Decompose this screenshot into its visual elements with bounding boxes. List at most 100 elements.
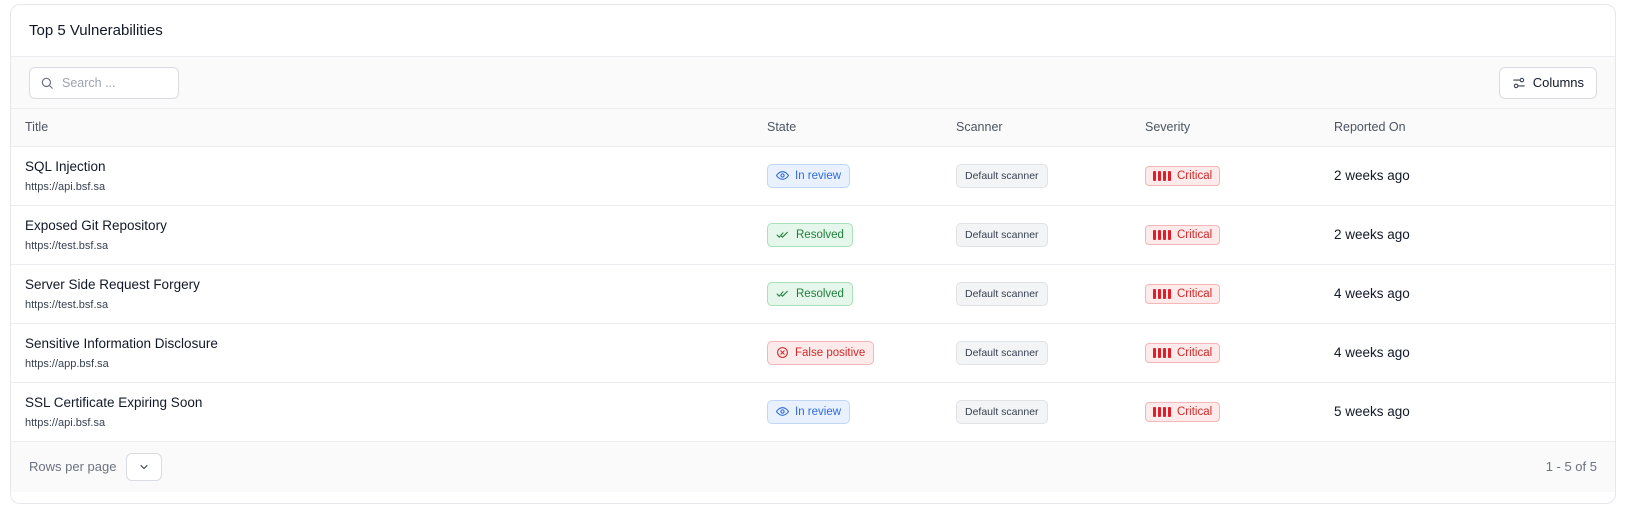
title-cell: Exposed Git Repository https://test.bsf.…: [11, 205, 767, 264]
state-badge: Resolved: [767, 222, 853, 247]
double-check-icon: [776, 231, 788, 238]
reported-cell: 4 weeks ago: [1334, 323, 1615, 382]
reported-cell: 2 weeks ago: [1334, 146, 1615, 205]
reported-on: 2 weeks ago: [1334, 167, 1410, 183]
severity-label: Critical: [1177, 169, 1213, 182]
search-input[interactable]: [62, 75, 168, 90]
state-label: Resolved: [796, 287, 844, 300]
column-header-state[interactable]: State: [767, 109, 956, 146]
table-toolbar: Columns: [11, 57, 1615, 109]
column-header-severity[interactable]: Severity: [1145, 109, 1334, 146]
column-header-scanner[interactable]: Scanner: [956, 109, 1145, 146]
table-row[interactable]: Server Side Request Forgery https://test…: [11, 264, 1615, 323]
card-title: Top 5 Vulnerabilities: [29, 22, 163, 39]
state-cell: Resolved: [767, 264, 956, 323]
severity-cell: Critical: [1145, 146, 1334, 205]
title-cell: SQL Injection https://api.bsf.sa: [11, 146, 767, 205]
scanner-cell: Default scanner: [956, 146, 1145, 205]
state-badge: In review: [767, 399, 851, 424]
table-row[interactable]: Sensitive Information Disclosure https:/…: [11, 323, 1615, 382]
column-header-title[interactable]: Title: [11, 109, 767, 146]
table-row[interactable]: Exposed Git Repository https://test.bsf.…: [11, 205, 1615, 264]
vulnerability-title[interactable]: SQL Injection: [25, 158, 767, 176]
vulnerability-title[interactable]: Sensitive Information Disclosure: [25, 335, 767, 353]
column-header-reported-on[interactable]: Reported On: [1334, 109, 1615, 146]
severity-badge: Critical: [1145, 165, 1221, 186]
vulnerability-url: https://api.bsf.sa: [25, 416, 106, 429]
state-label: Resolved: [796, 228, 844, 241]
severity-bars-icon: [1153, 347, 1171, 358]
state-cell: In review: [767, 146, 956, 205]
state-cell: False positive: [767, 323, 956, 382]
scanner-cell: Default scanner: [956, 264, 1145, 323]
scanner-cell: Default scanner: [956, 205, 1145, 264]
state-cell: In review: [767, 382, 956, 441]
eye-icon: [776, 171, 789, 180]
state-badge: False positive: [767, 340, 875, 365]
scanner-cell: Default scanner: [956, 382, 1145, 441]
severity-label: Critical: [1177, 287, 1213, 300]
vulnerability-url: https://app.bsf.sa: [25, 357, 109, 370]
card-header: Top 5 Vulnerabilities: [11, 5, 1615, 57]
severity-bars-icon: [1153, 170, 1171, 181]
title-cell: SSL Certificate Expiring Soon https://ap…: [11, 382, 767, 441]
severity-badge: Critical: [1145, 401, 1221, 422]
state-label: In review: [795, 405, 842, 418]
reported-on: 2 weeks ago: [1334, 226, 1410, 242]
table-row[interactable]: SQL Injection https://api.bsf.sa In revi…: [11, 146, 1615, 205]
reported-cell: 2 weeks ago: [1334, 205, 1615, 264]
columns-button-label: Columns: [1532, 75, 1584, 90]
title-cell: Server Side Request Forgery https://test…: [11, 264, 767, 323]
scanner-badge: Default scanner: [956, 281, 1048, 306]
severity-badge: Critical: [1145, 224, 1221, 245]
pagination-info: 1 - 5 of 5: [1545, 459, 1597, 474]
table-footer: Rows per page 1 - 5 of 5: [11, 441, 1615, 492]
search-icon: [41, 77, 53, 89]
reported-on: 4 weeks ago: [1334, 344, 1410, 360]
scanner-badge: Default scanner: [956, 340, 1048, 365]
state-cell: Resolved: [767, 205, 956, 264]
state-label: False positive: [795, 346, 866, 359]
severity-cell: Critical: [1145, 382, 1334, 441]
x-circle-icon: [777, 347, 788, 358]
state-badge: Resolved: [767, 281, 853, 306]
severity-label: Critical: [1177, 228, 1213, 241]
scanner-badge: Default scanner: [956, 222, 1048, 247]
sliders-icon: [1512, 77, 1525, 88]
reported-cell: 5 weeks ago: [1334, 382, 1615, 441]
severity-bars-icon: [1153, 406, 1171, 417]
rows-per-page-select[interactable]: [126, 452, 163, 481]
severity-cell: Critical: [1145, 264, 1334, 323]
reported-cell: 4 weeks ago: [1334, 264, 1615, 323]
columns-button[interactable]: Columns: [1498, 66, 1597, 99]
vulnerability-url: https://test.bsf.sa: [25, 298, 109, 311]
vulnerability-url: https://test.bsf.sa: [25, 239, 109, 252]
vulnerabilities-card: Top 5 Vulnerabilities Columns Title Stat…: [10, 4, 1616, 504]
severity-cell: Critical: [1145, 323, 1334, 382]
severity-label: Critical: [1177, 405, 1213, 418]
table-row[interactable]: SSL Certificate Expiring Soon https://ap…: [11, 382, 1615, 441]
vulnerability-url: https://api.bsf.sa: [25, 180, 106, 193]
title-cell: Sensitive Information Disclosure https:/…: [11, 323, 767, 382]
search-box[interactable]: [29, 66, 179, 99]
vulnerabilities-table: Title State Scanner Severity Reported On…: [11, 109, 1615, 442]
rows-per-page: Rows per page: [29, 452, 163, 481]
severity-badge: Critical: [1145, 283, 1221, 304]
scanner-badge: Default scanner: [956, 399, 1048, 424]
reported-on: 5 weeks ago: [1334, 403, 1410, 419]
severity-label: Critical: [1177, 346, 1213, 359]
severity-cell: Critical: [1145, 205, 1334, 264]
state-badge: In review: [767, 163, 851, 188]
state-label: In review: [795, 169, 842, 182]
severity-badge: Critical: [1145, 342, 1221, 363]
vulnerability-title[interactable]: Exposed Git Repository: [25, 217, 767, 235]
chevron-down-icon: [140, 464, 149, 469]
severity-bars-icon: [1153, 288, 1171, 299]
double-check-icon: [776, 290, 788, 297]
reported-on: 4 weeks ago: [1334, 285, 1410, 301]
scanner-badge: Default scanner: [956, 163, 1048, 188]
vulnerability-title[interactable]: Server Side Request Forgery: [25, 276, 767, 294]
vulnerability-title[interactable]: SSL Certificate Expiring Soon: [25, 394, 767, 412]
rows-per-page-label: Rows per page: [29, 459, 117, 474]
severity-bars-icon: [1153, 229, 1171, 240]
